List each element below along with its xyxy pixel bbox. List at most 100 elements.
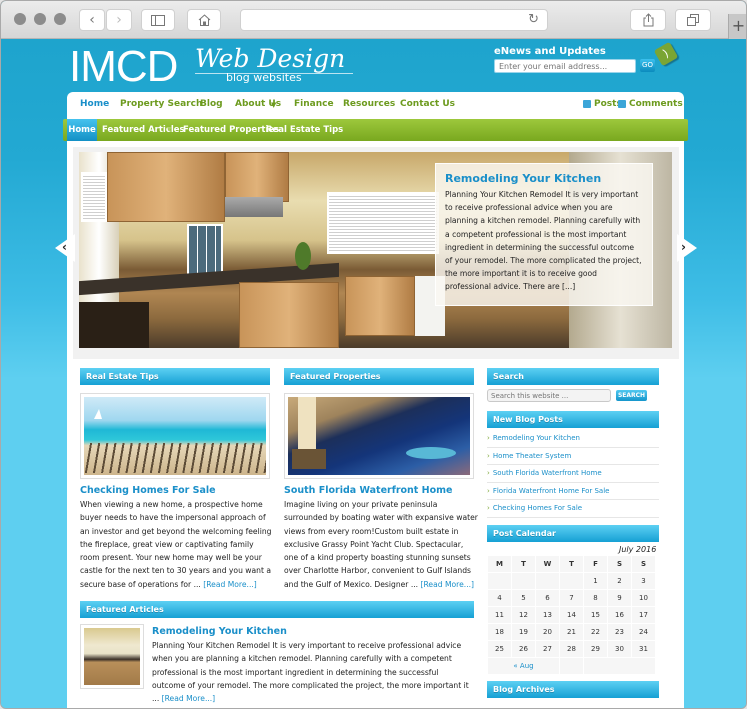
zoom-window-button[interactable] <box>54 13 66 25</box>
subnav-real-estate-tips[interactable]: Real Estate Tips <box>266 125 343 135</box>
beach-thumbnail[interactable] <box>80 393 270 479</box>
nav-home[interactable]: Home <box>80 99 109 109</box>
featured-properties-heading: Featured Properties <box>284 368 474 385</box>
slider-next-button[interactable]: › <box>677 234 697 262</box>
calendar-day: 25 <box>487 640 512 658</box>
slide-title[interactable]: Remodeling Your Kitchen <box>445 172 643 185</box>
post-title[interactable]: Remodeling Your Kitchen <box>152 626 287 637</box>
chevron-right-icon: › <box>116 12 122 28</box>
minimize-window-button[interactable] <box>34 13 46 25</box>
list-item[interactable]: › Home Theater System <box>487 448 659 466</box>
calendar-week: 18 19 20 21 22 23 24 <box>487 623 656 641</box>
chevron-right-icon: › <box>487 451 490 460</box>
reload-icon[interactable]: ↻ <box>528 12 539 27</box>
calendar-day: 4 <box>487 589 512 607</box>
chevron-right-icon: › <box>487 504 490 513</box>
calendar-day: 2 <box>607 572 632 590</box>
list-item[interactable]: › South Florida Waterfront Home <box>487 465 659 483</box>
share-icon <box>643 13 653 27</box>
calendar-day: 20 <box>535 623 560 641</box>
main-container: Home Property Search Blog About Us ▼ Fin… <box>63 92 688 708</box>
share-button[interactable] <box>630 9 666 31</box>
nav-property-search[interactable]: Property Search <box>120 99 202 109</box>
list-item[interactable]: › Checking Homes For Sale <box>487 500 659 518</box>
search-button[interactable]: SEARCH <box>616 390 647 401</box>
slider-prev-button[interactable]: ‹ <box>55 234 75 262</box>
read-more-link[interactable]: [Read More...] <box>162 694 216 703</box>
plus-icon: + <box>731 16 746 35</box>
calendar-day: 23 <box>607 623 632 641</box>
calendar-week: 123 <box>487 572 656 590</box>
waterfront-thumbnail[interactable] <box>284 393 474 479</box>
widget-area: Real Estate Tips Checking Homes For Sale… <box>73 359 679 708</box>
new-blog-posts-heading: New Blog Posts <box>487 411 659 428</box>
calendar-month: July 2016 <box>619 545 657 554</box>
calendar-day-header: F <box>583 555 608 573</box>
secondary-nav: Home Featured Articles ▼ Featured Proper… <box>63 119 688 141</box>
read-more-link[interactable]: [Read More...] <box>421 580 475 589</box>
search-heading: Search <box>487 368 659 385</box>
rss-feed-icon[interactable]: ) <box>653 41 679 67</box>
primary-nav: Home Property Search Blog About Us ▼ Fin… <box>67 92 684 119</box>
calendar-prev-link[interactable]: « Aug <box>487 657 560 675</box>
browser-toolbar: ‹ › ↻ + <box>1 1 746 39</box>
tabs-overview-button[interactable] <box>675 9 711 31</box>
list-item[interactable]: › Florida Waterfront Home For Sale <box>487 483 659 501</box>
calendar-day: 6 <box>535 589 560 607</box>
sidebar-button[interactable] <box>141 9 175 31</box>
calendar-day: 14 <box>559 606 584 624</box>
blog-post-link: Florida Waterfront Home For Sale <box>492 486 610 495</box>
calendar-day: 1 <box>583 572 608 590</box>
close-window-button[interactable] <box>14 13 26 25</box>
search-input[interactable] <box>487 389 611 402</box>
list-item[interactable]: › Remodeling Your Kitchen <box>487 430 659 448</box>
calendar-day-header: T <box>559 555 584 573</box>
excerpt-text: When viewing a new home, a prospective h… <box>80 500 272 589</box>
home-button[interactable] <box>187 9 221 31</box>
nav-blog[interactable]: Blog <box>200 99 223 109</box>
calendar-week: 25 26 27 28 29 30 31 <box>487 640 656 658</box>
post-title[interactable]: South Florida Waterfront Home <box>284 485 452 496</box>
featured-articles-heading: Featured Articles <box>80 601 474 618</box>
slide-caption: Remodeling Your Kitchen Planning Your Ki… <box>435 163 653 306</box>
site-logo[interactable]: IMCD <box>69 43 178 91</box>
calendar-day <box>511 572 536 590</box>
calendar-day-header: T <box>511 555 536 573</box>
post-calendar: MTWTFSS 1 2 3 4 5 6 7 8 9 10 11 12 13 14 15 16 17 18 19 20 2… <box>487 555 656 675</box>
calendar-day: 21 <box>559 623 584 641</box>
calendar-day: 16 <box>607 606 632 624</box>
caret-down-icon: ▼ <box>271 101 277 109</box>
calendar-day: 29 <box>583 640 608 658</box>
read-more-link[interactable]: [Read More...] <box>203 580 257 589</box>
post-excerpt: When viewing a new home, a prospective h… <box>80 498 275 591</box>
comments-feed-link[interactable]: Comments <box>629 99 683 109</box>
subnav-featured-properties[interactable]: Featured Properties <box>183 125 279 135</box>
web-page: IMCD Web Design blog websites eNews and … <box>1 39 746 708</box>
back-button[interactable]: ‹ <box>79 9 105 31</box>
nav-resources[interactable]: Resources <box>343 99 395 109</box>
chevron-left-icon: ‹ <box>89 12 95 28</box>
featured-slider: Remodeling Your Kitchen Planning Your Ki… <box>73 147 679 353</box>
chevron-right-icon: › <box>681 240 686 254</box>
go-button[interactable]: GO <box>640 59 655 72</box>
calendar-week: 11 12 13 14 15 16 17 <box>487 606 656 624</box>
calendar-nav-row: « Aug <box>487 657 656 675</box>
slide-excerpt: Planning Your Kitchen Remodel It is very… <box>445 190 642 292</box>
nav-contact-us[interactable]: Contact Us <box>400 99 455 109</box>
subnav-home[interactable]: Home <box>67 119 97 141</box>
kitchen-thumbnail[interactable] <box>80 624 144 689</box>
logo-script: Web Design <box>195 44 346 73</box>
blog-post-link: South Florida Waterfront Home <box>492 469 602 478</box>
calendar-day <box>535 572 560 590</box>
address-bar[interactable]: ↻ <box>240 9 548 31</box>
post-title[interactable]: Checking Homes For Sale <box>80 485 216 496</box>
email-field[interactable] <box>494 59 636 73</box>
nav-finance[interactable]: Finance <box>294 99 334 109</box>
calendar-day: 30 <box>607 640 632 658</box>
calendar-day <box>487 572 512 590</box>
forward-button[interactable]: › <box>106 9 132 31</box>
subnav-featured-articles[interactable]: Featured Articles <box>102 125 185 135</box>
calendar-day: 5 <box>511 589 536 607</box>
new-tab-button[interactable]: + <box>728 14 746 39</box>
site-tagline: blog websites <box>226 71 302 84</box>
